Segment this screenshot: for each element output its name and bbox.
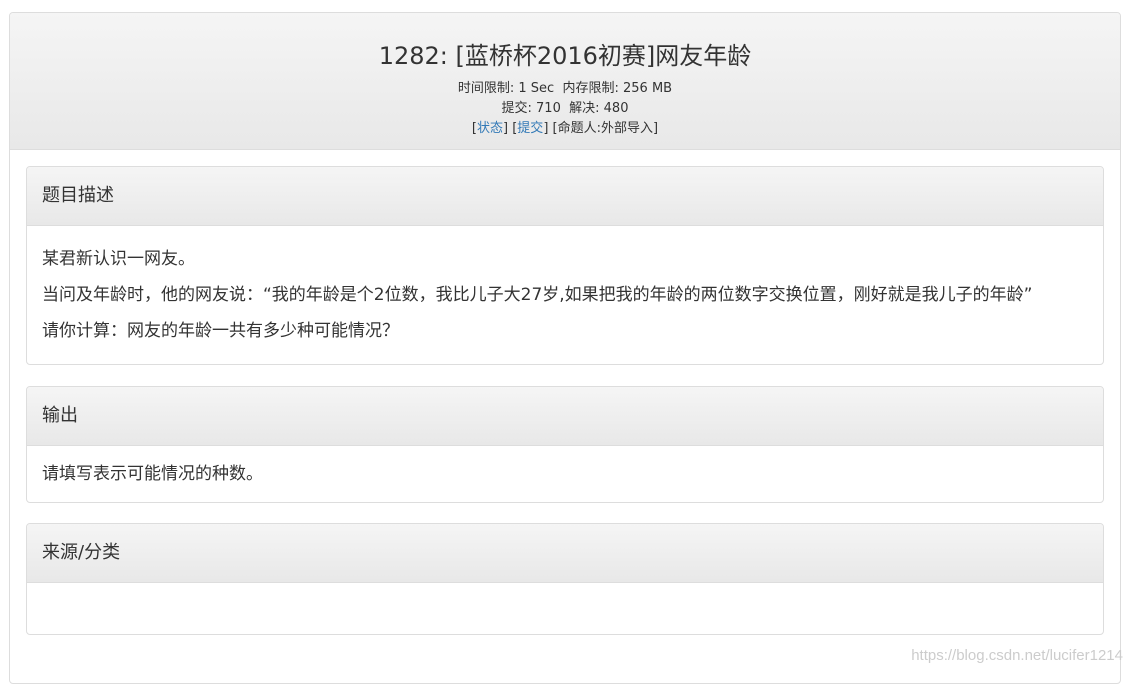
status-link[interactable]: 状态 xyxy=(477,121,503,136)
description-heading: 题目描述 xyxy=(27,167,1103,226)
submit-count-label: 提交: xyxy=(502,101,532,116)
output-line: 请填写表示可能情况的种数。 xyxy=(42,456,1088,492)
time-limit-label: 时间限制: xyxy=(458,81,514,96)
description-line: 当问及年龄时，他的网友说：“我的年龄是个2位数，我比儿子大27岁,如果把我的年龄… xyxy=(42,277,1088,313)
memory-limit-label: 内存限制: xyxy=(562,81,618,96)
description-panel: 题目描述 某君新认识一网友。 当问及年龄时，他的网友说：“我的年龄是个2位数，我… xyxy=(26,166,1104,365)
links-line: [状态] [提交] [命题人:外部导入] xyxy=(10,119,1120,139)
problem-container: 1282: [蓝桥杯2016初赛]网友年龄 时间限制: 1 Sec 内存限制: … xyxy=(9,12,1121,684)
output-panel: 输出 请填写表示可能情况的种数。 xyxy=(26,386,1104,503)
stats-line: 提交: 710 解决: 480 xyxy=(10,99,1120,119)
problem-header: 1282: [蓝桥杯2016初赛]网友年龄 时间限制: 1 Sec 内存限制: … xyxy=(10,13,1120,150)
output-body: 请填写表示可能情况的种数。 xyxy=(27,446,1103,502)
solved-count-value: 480 xyxy=(604,101,629,116)
solved-count-label: 解决: xyxy=(569,101,599,116)
source-body xyxy=(27,583,1103,613)
watermark: https://blog.csdn.net/lucifer1214 xyxy=(911,647,1123,664)
author-text: 命题人:外部导入 xyxy=(558,121,653,136)
problem-title: 1282: [蓝桥杯2016初赛]网友年龄 xyxy=(10,39,1120,73)
time-limit-value: 1 Sec xyxy=(518,81,554,96)
limits-line: 时间限制: 1 Sec 内存限制: 256 MB xyxy=(10,79,1120,99)
source-heading: 来源/分类 xyxy=(27,524,1103,583)
description-line: 某君新认识一网友。 xyxy=(42,241,1088,277)
submit-link[interactable]: 提交 xyxy=(517,121,543,136)
description-body: 某君新认识一网友。 当问及年龄时，他的网友说：“我的年龄是个2位数，我比儿子大2… xyxy=(27,226,1103,364)
source-panel: 来源/分类 xyxy=(26,523,1104,635)
description-line: 请你计算：网友的年龄一共有多少种可能情况？ xyxy=(42,313,1088,349)
memory-limit-value: 256 MB xyxy=(623,81,672,96)
output-heading: 输出 xyxy=(27,387,1103,446)
submit-count-value: 710 xyxy=(536,101,561,116)
